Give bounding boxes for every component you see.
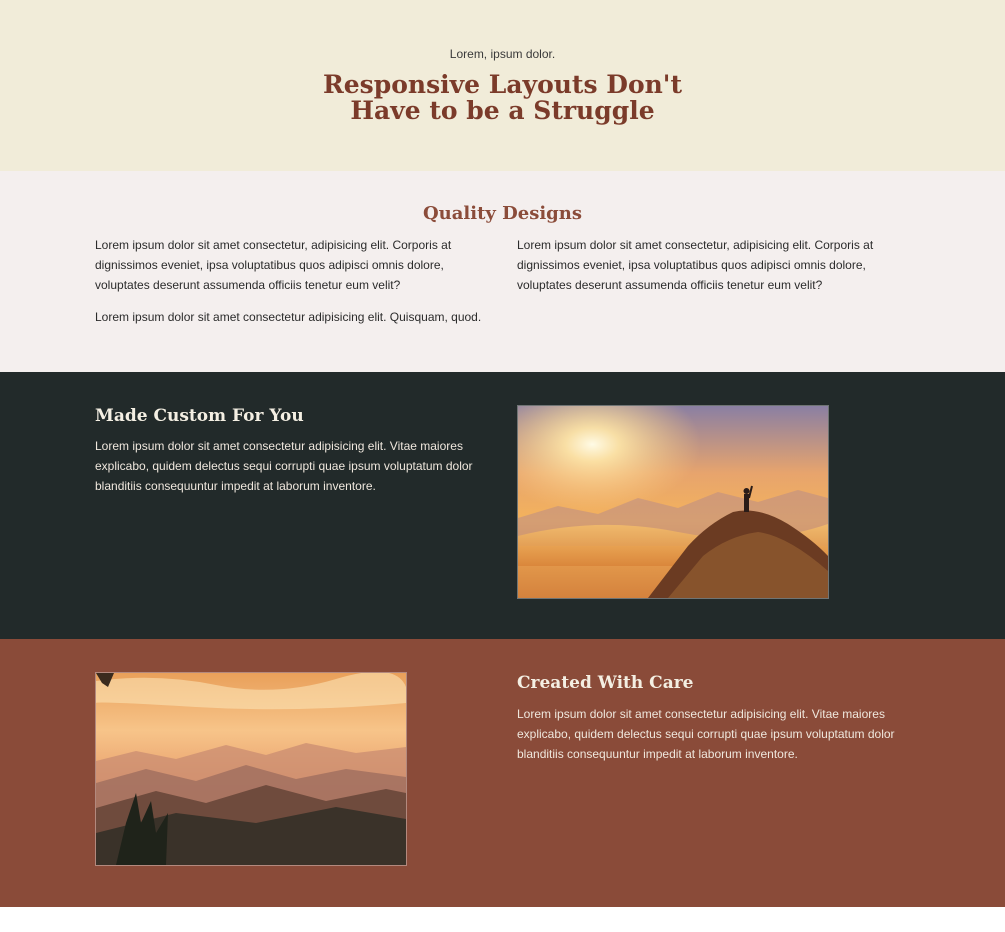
made-custom-paragraph: Lorem ipsum dolor sit amet consectetur a… xyxy=(95,439,473,493)
created-with-care-heading: Created With Care xyxy=(517,673,694,693)
quality-paragraph-2: Lorem ipsum dolor sit amet consectetur, … xyxy=(517,238,874,292)
made-custom-section: Made Custom For You Lorem ipsum dolor si… xyxy=(0,372,1005,639)
mountain-sunset-image xyxy=(95,672,407,866)
hero-title: Responsive Layouts Don't Have to be a St… xyxy=(322,70,682,125)
created-with-care-paragraph: Lorem ipsum dolor sit amet consectetur a… xyxy=(517,707,895,761)
quality-paragraph-3: Lorem ipsum dolor sit amet consectetur a… xyxy=(95,310,482,324)
sunrise-hiker-image xyxy=(517,405,829,599)
created-with-care-section: Created With Care Lorem ipsum dolor sit … xyxy=(0,639,1005,907)
page-bottom-strip xyxy=(0,907,1005,932)
quality-section: Quality Designs Lorem ipsum dolor sit am… xyxy=(0,171,1005,372)
quality-heading: Quality Designs xyxy=(423,203,582,224)
hero-section: Lorem, ipsum dolor. Responsive Layouts D… xyxy=(0,0,1005,171)
hero-eyebrow: Lorem, ipsum dolor. xyxy=(449,47,556,61)
made-custom-heading: Made Custom For You xyxy=(95,406,304,426)
quality-paragraph-1: Lorem ipsum dolor sit amet consectetur, … xyxy=(95,238,452,292)
